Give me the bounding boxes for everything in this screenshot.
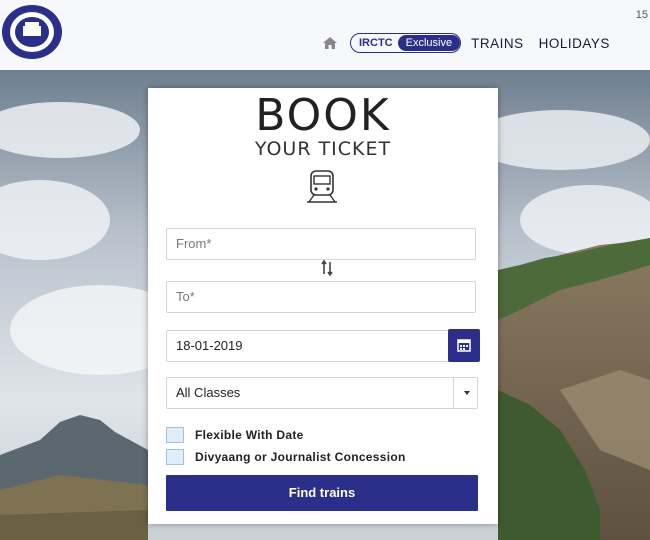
concession-label: Divyaang or Journalist Concession (195, 450, 406, 464)
flexible-date-checkbox[interactable] (166, 427, 184, 443)
nav-trains-link[interactable]: TRAINS (471, 36, 524, 51)
nav-holidays-link[interactable]: HOLIDAYS (539, 36, 610, 51)
class-select[interactable]: All Classes (166, 377, 478, 409)
journey-date-input[interactable]: 18-01-2019 (166, 330, 476, 362)
chevron-down-icon (464, 391, 470, 395)
home-icon[interactable] (322, 36, 338, 50)
calendar-button[interactable] (448, 329, 480, 362)
your-ticket-subtitle: YOUR TICKET (254, 138, 392, 160)
class-select-dropdown[interactable] (453, 377, 480, 409)
booking-card: BOOK YOUR TICKET From* To* 18-01-2019 Al… (148, 88, 498, 524)
main-nav: IRCTC Exclusive TRAINS HOLIDAYS (322, 33, 625, 53)
flexible-date-label: Flexible With Date (195, 428, 304, 442)
to-station-input[interactable]: To* (166, 281, 476, 313)
from-station-input[interactable]: From* (166, 228, 476, 260)
top-right-text: 15 (635, 9, 648, 21)
concession-checkbox[interactable] (166, 449, 184, 465)
irctc-exclusive-toggle[interactable]: IRCTC Exclusive (350, 33, 462, 53)
exclusive-label: Exclusive (397, 35, 461, 51)
irctc-label: IRCTC (359, 37, 393, 49)
book-title: BOOK (255, 90, 391, 141)
swap-stations-icon[interactable] (321, 260, 333, 276)
indian-railways-logo[interactable] (0, 2, 62, 60)
find-trains-button[interactable]: Find trains (166, 475, 478, 511)
top-header: 15 IRCTC Exclusive TRAINS HOLIDAYS (0, 0, 650, 70)
calendar-icon (457, 339, 471, 352)
train-icon (307, 170, 337, 203)
